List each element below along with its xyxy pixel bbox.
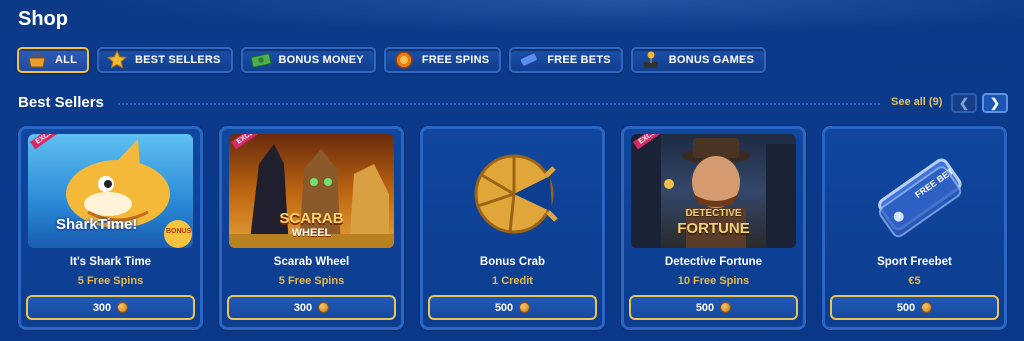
buy-button[interactable]: 500 bbox=[830, 295, 999, 320]
product-name: Sport Freebet bbox=[877, 256, 952, 268]
coin-icon bbox=[720, 302, 732, 313]
filter-all[interactable]: ALL bbox=[17, 47, 89, 73]
product-name: Scarab Wheel bbox=[273, 256, 350, 268]
buy-button[interactable]: 500 bbox=[629, 295, 798, 320]
filter-bonus-games[interactable]: BONUS GAMES bbox=[630, 47, 767, 73]
section-divider bbox=[118, 103, 880, 105]
art-subtitle: FORTUNE bbox=[677, 220, 750, 237]
buy-button[interactable]: 300 bbox=[227, 295, 396, 320]
filter-label: BONUS GAMES bbox=[668, 54, 755, 66]
chevron-right-icon: ❯ bbox=[989, 96, 1001, 110]
see-all-link[interactable]: See all (9) bbox=[891, 96, 942, 108]
product-card[interactable]: Bonus Crab 1 Credit 500 bbox=[420, 126, 605, 330]
coin-icon bbox=[921, 302, 933, 313]
art-title: SharkTime! bbox=[56, 216, 138, 233]
filter-label: BONUS MONEY bbox=[278, 54, 364, 66]
filter-label: FREE BETS bbox=[547, 54, 611, 66]
product-card[interactable]: SharkTime! BONUS EXCLUSIVE It's Shark Ti… bbox=[18, 126, 203, 330]
coin-icon bbox=[117, 302, 129, 313]
art-title: SCARAB bbox=[279, 210, 344, 227]
product-image: DETECTIVE FORTUNE EXCLUSIVE bbox=[631, 134, 796, 248]
page-title: Shop bbox=[18, 8, 68, 30]
price-label: 300 bbox=[293, 301, 313, 314]
section-title: Best Sellers bbox=[18, 94, 104, 111]
coin-icon bbox=[519, 302, 531, 313]
filter-label: BEST SELLERS bbox=[134, 54, 221, 66]
buy-button[interactable]: 500 bbox=[428, 295, 597, 320]
star-icon bbox=[106, 50, 127, 70]
carousel-prev-button[interactable]: ❮ bbox=[951, 93, 977, 113]
filter-bar: ALL BEST SELLERS BONUS MONEY FREE SPINS … bbox=[17, 47, 767, 73]
joystick-icon bbox=[641, 50, 661, 70]
art-subtitle: BONUS bbox=[166, 228, 192, 235]
filter-label: FREE SPINS bbox=[421, 54, 490, 66]
product-image bbox=[430, 134, 595, 248]
product-card[interactable]: FREE BET Sport Freebet €5 500 bbox=[822, 126, 1007, 330]
bonus-crab-icon bbox=[474, 154, 558, 234]
price-label: 500 bbox=[695, 301, 715, 314]
price-label: 300 bbox=[92, 301, 112, 314]
chevron-left-icon: ❮ bbox=[958, 96, 970, 110]
product-card[interactable]: SCARAB WHEEL EXCLUSIVE Scarab Wheel 5 Fr… bbox=[219, 126, 404, 330]
product-image: SCARAB WHEEL EXCLUSIVE bbox=[229, 134, 394, 248]
product-image: FREE BET bbox=[832, 134, 997, 248]
money-icon bbox=[250, 50, 271, 70]
coin-icon bbox=[318, 302, 330, 313]
art-subtitle: WHEEL bbox=[291, 227, 332, 239]
ticket-icon bbox=[519, 50, 539, 70]
product-reward: 5 Free Spins bbox=[77, 275, 144, 287]
product-carousel: SharkTime! BONUS EXCLUSIVE It's Shark Ti… bbox=[18, 126, 1007, 330]
carousel-next-button[interactable]: ❯ bbox=[982, 93, 1008, 113]
product-image: SharkTime! BONUS EXCLUSIVE bbox=[28, 134, 193, 248]
basket-icon bbox=[27, 50, 47, 70]
filter-label: ALL bbox=[55, 54, 77, 66]
price-label: 500 bbox=[896, 301, 916, 314]
product-reward: 5 Free Spins bbox=[278, 275, 345, 287]
header-clouds bbox=[0, 0, 1024, 40]
product-reward: 10 Free Spins bbox=[677, 275, 750, 287]
product-reward: 1 Credit bbox=[492, 275, 533, 287]
product-reward: €5 bbox=[908, 275, 921, 287]
filter-best-sellers[interactable]: BEST SELLERS bbox=[96, 47, 233, 73]
product-name: Detective Fortune bbox=[664, 256, 763, 268]
spin-icon bbox=[394, 50, 414, 70]
filter-bonus-money[interactable]: BONUS MONEY bbox=[240, 47, 376, 73]
buy-button[interactable]: 300 bbox=[26, 295, 195, 320]
product-name: Bonus Crab bbox=[479, 256, 546, 268]
price-label: 500 bbox=[494, 301, 514, 314]
art-title: DETECTIVE bbox=[685, 208, 742, 219]
filter-free-bets[interactable]: FREE BETS bbox=[509, 47, 623, 73]
filter-free-spins[interactable]: FREE SPINS bbox=[383, 47, 502, 73]
product-name: It's Shark Time bbox=[69, 256, 152, 268]
product-card[interactable]: DETECTIVE FORTUNE EXCLUSIVE Detective Fo… bbox=[621, 126, 806, 330]
